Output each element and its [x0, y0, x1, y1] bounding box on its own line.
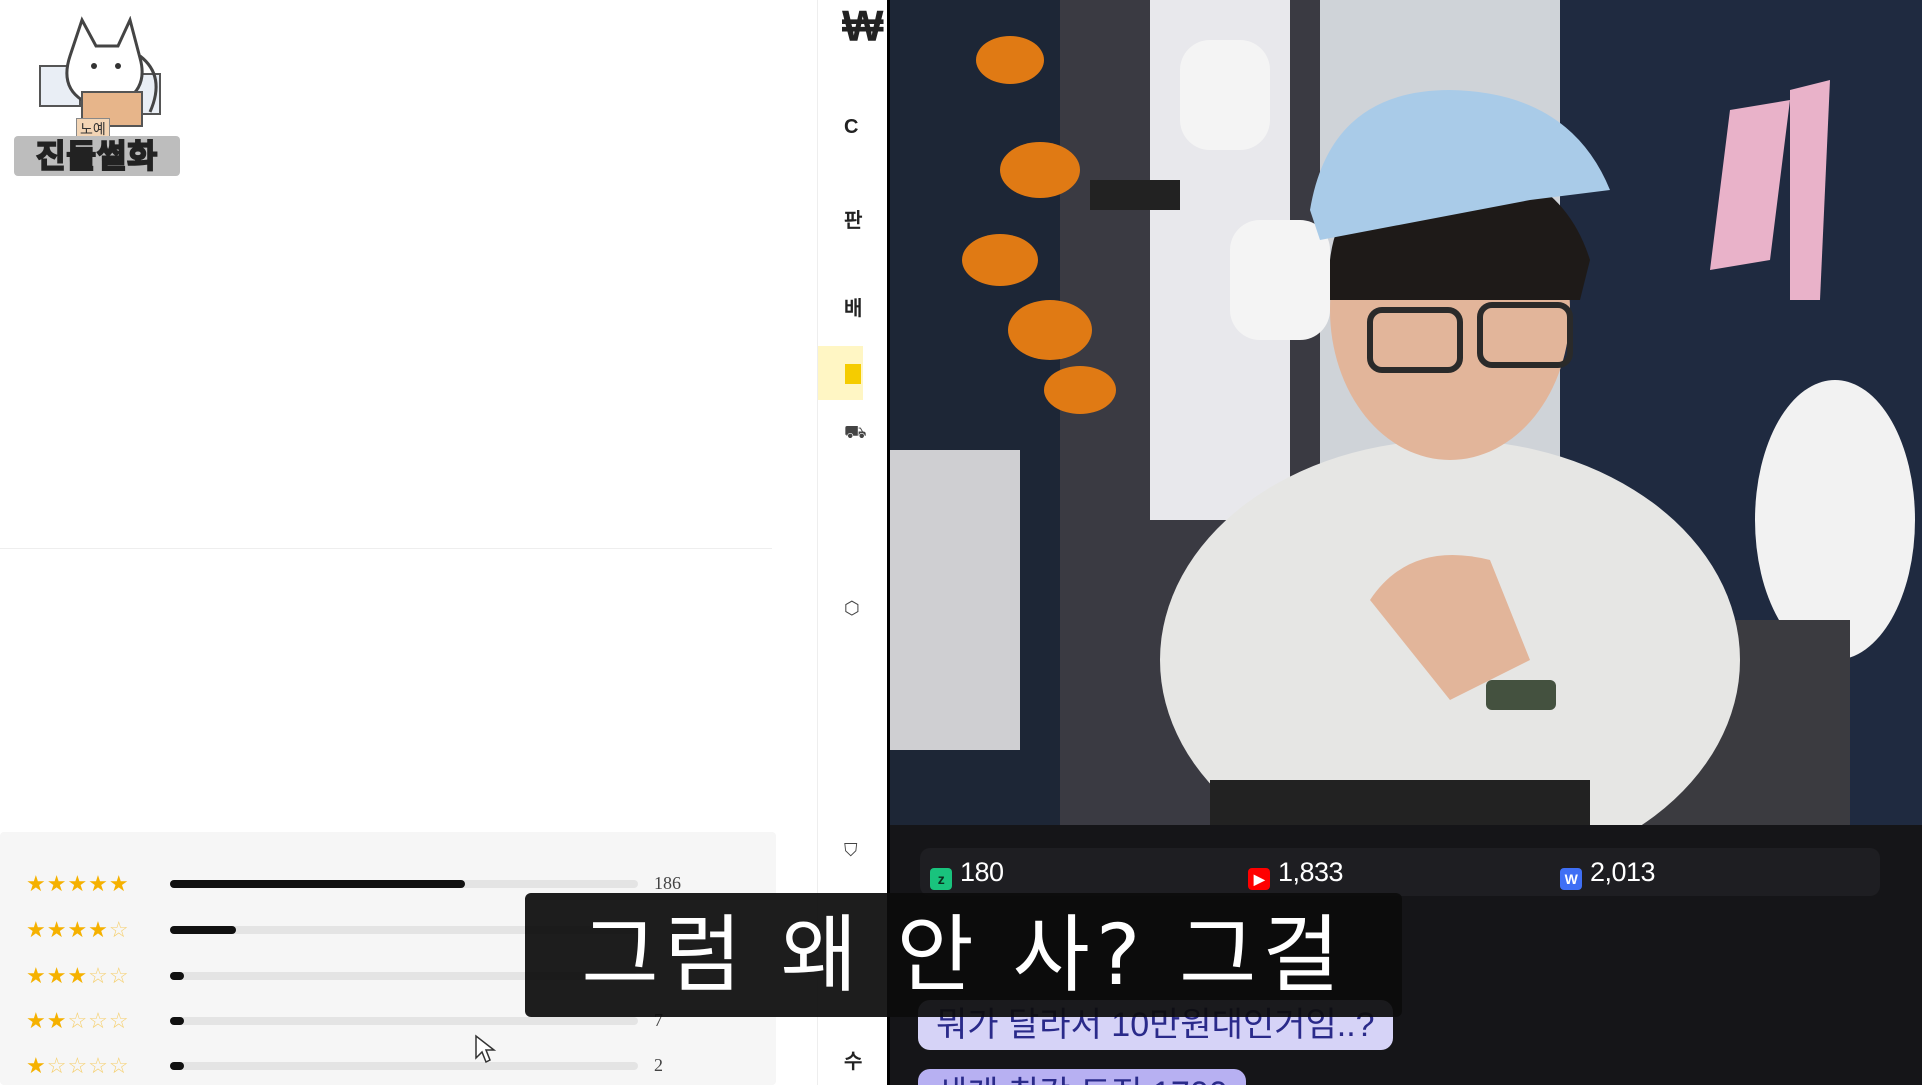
video-subtitle: 그럼 왜 안 사? 그걸 — [525, 893, 1402, 1017]
streamer-webcam-image — [890, 0, 1922, 825]
star-rating-5-icon: ★★★★★ — [26, 871, 130, 896]
rating-bar-fill — [170, 880, 465, 888]
coupon-icon — [845, 364, 861, 384]
star-rating-4-icon: ★★★★☆ — [26, 917, 130, 942]
rating-bar-track — [170, 880, 638, 888]
rating-row-1[interactable]: ★☆☆☆☆ 2 — [0, 1051, 776, 1081]
nav-partial-seller[interactable]: 판 — [844, 204, 862, 233]
rating-count: 2 — [654, 1055, 663, 1075]
viewer-count-row: z 180 ▶ 1,833 W 2,013 — [920, 848, 1880, 896]
channel-logo: 노예 진돌썰화 — [14, 16, 180, 176]
star-rating-3-icon: ★★★☆☆ — [26, 963, 130, 988]
zigzag-platform-icon: z — [930, 868, 952, 890]
viewer-stat-chzzk: z 180 — [930, 858, 1004, 890]
star-rating-1-icon: ★☆☆☆☆ — [26, 1053, 130, 1078]
rating-bar-track — [170, 1062, 638, 1070]
nav-partial-quantity[interactable]: 수 — [844, 1045, 862, 1074]
rating-bar-fill — [170, 1017, 185, 1025]
truck-icon: ⛟ — [844, 422, 867, 442]
rating-bar-track — [170, 1017, 638, 1025]
weverse-icon: W — [1560, 868, 1582, 890]
section-divider — [0, 548, 772, 549]
rating-count: 186 — [654, 873, 681, 893]
viewer-stat-weverse: W 2,013 — [1560, 858, 1656, 890]
logo-brand-text: 진돌썰화 — [14, 136, 180, 176]
shield-check-icon: ⛉ — [844, 840, 858, 860]
rating-bar-fill — [170, 1062, 185, 1070]
nav-partial-price: ₩ — [842, 2, 884, 51]
viewer-stat-youtube: ▶ 1,833 — [1248, 858, 1344, 890]
box-icon: ⬡ — [844, 598, 860, 618]
mouse-cursor-icon — [475, 1034, 497, 1064]
rating-bar-fill — [170, 926, 236, 934]
star-rating-2-icon: ★★☆☆☆ — [26, 1008, 130, 1033]
nav-partial-delivery[interactable]: 배 — [844, 292, 862, 321]
nav-partial-c[interactable]: C — [844, 116, 858, 139]
youtube-icon: ▶ — [1248, 868, 1270, 890]
rating-bar-fill — [170, 972, 185, 980]
chat-message: 세계 최강 도진 1700 — [918, 1069, 1246, 1085]
